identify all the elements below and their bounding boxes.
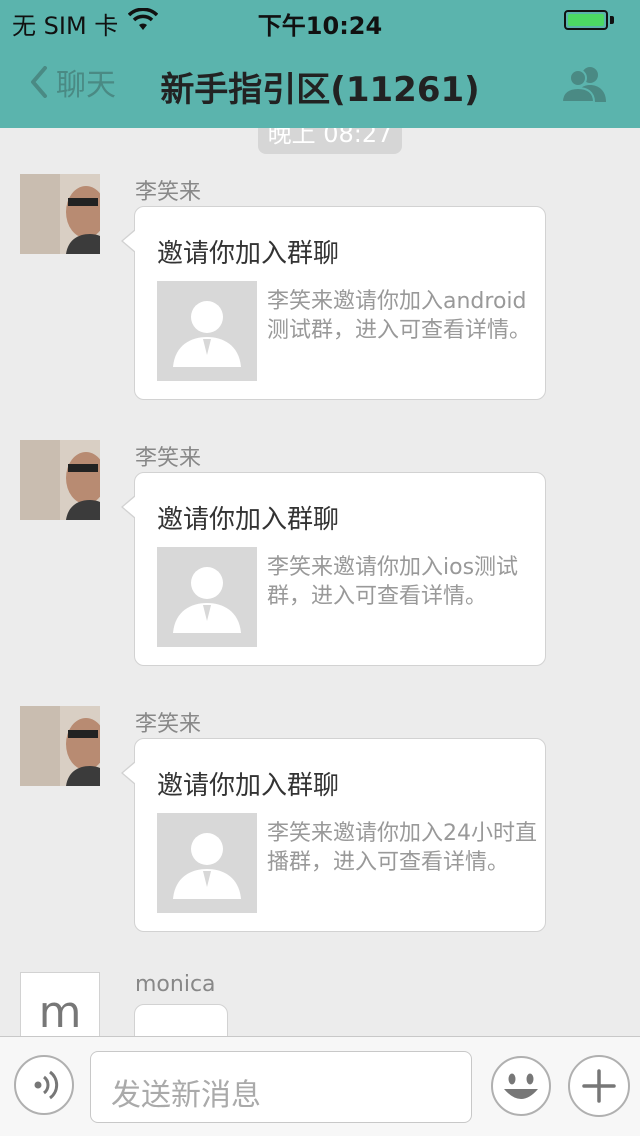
bubble-tail-inner (123, 230, 136, 252)
voice-button[interactable] (14, 1055, 74, 1115)
navigation-bar: 聊天 新手指引区(11261) (0, 40, 640, 128)
card-description: 李笑来邀请你加入ios测试群，进入可查看详情。 (267, 555, 519, 609)
card-title: 邀请你加入群聊 (157, 771, 340, 801)
battery-fill (568, 14, 604, 26)
group-thumbnail (157, 281, 257, 381)
group-invite-card[interactable]: 邀请你加入群聊 李笑来邀请你加入ios测试群，进入可查看详情。 (121, 472, 546, 666)
default-user-icon (173, 301, 241, 367)
sender-name: monica (135, 972, 216, 997)
default-user-icon (173, 567, 241, 633)
group-invite-card[interactable]: 邀请你加入群聊 李笑来邀请你加入24小时直播群，进入可查看详情。 (121, 738, 546, 932)
card-title: 邀请你加入群聊 (157, 239, 340, 269)
person-photo-icon (20, 706, 100, 786)
sender-name: 李笑来 (135, 180, 202, 205)
page-title: 新手指引区(11261) (160, 70, 480, 110)
avatar[interactable] (20, 174, 100, 254)
sender-name: 李笑来 (135, 712, 202, 737)
avatar[interactable] (20, 706, 100, 786)
status-time: 下午10:24 (257, 12, 383, 40)
group-thumbnail (157, 547, 257, 647)
battery-tip (610, 16, 614, 24)
input-bar: 发送新消息 (0, 1036, 640, 1136)
card-description: 李笑来邀请你加入24小时直播群，进入可查看详情。 (267, 821, 537, 875)
status-bar: 无 SIM 卡 下午10:24 (0, 0, 640, 40)
voice-icon (34, 1070, 59, 1100)
bubble-tail-inner (123, 762, 136, 784)
default-user-icon (173, 833, 241, 899)
card-description: 李笑来邀请你加入android测试群，进入可查看详情。 (267, 289, 532, 343)
group-thumbnail (157, 813, 257, 913)
card-title: 邀请你加入群聊 (157, 505, 340, 535)
group-members-icon[interactable] (558, 64, 610, 104)
plus-icon (582, 1069, 616, 1103)
person-photo-icon (20, 174, 100, 254)
top-bar: 无 SIM 卡 下午10:24 聊天 新手指引区(11261) (0, 0, 640, 128)
bubble-tail-inner (123, 496, 136, 518)
emoji-icon[interactable] (490, 1055, 552, 1117)
battery-icon (564, 10, 608, 30)
group-invite-card[interactable]: 邀请你加入群聊 李笑来邀请你加入android测试群，进入可查看详情。 (121, 206, 546, 400)
plus-button[interactable] (568, 1055, 630, 1117)
person-photo-icon (20, 440, 100, 520)
message-input[interactable]: 发送新消息 (90, 1051, 472, 1123)
sender-name: 李笑来 (135, 446, 202, 471)
avatar[interactable] (20, 440, 100, 520)
